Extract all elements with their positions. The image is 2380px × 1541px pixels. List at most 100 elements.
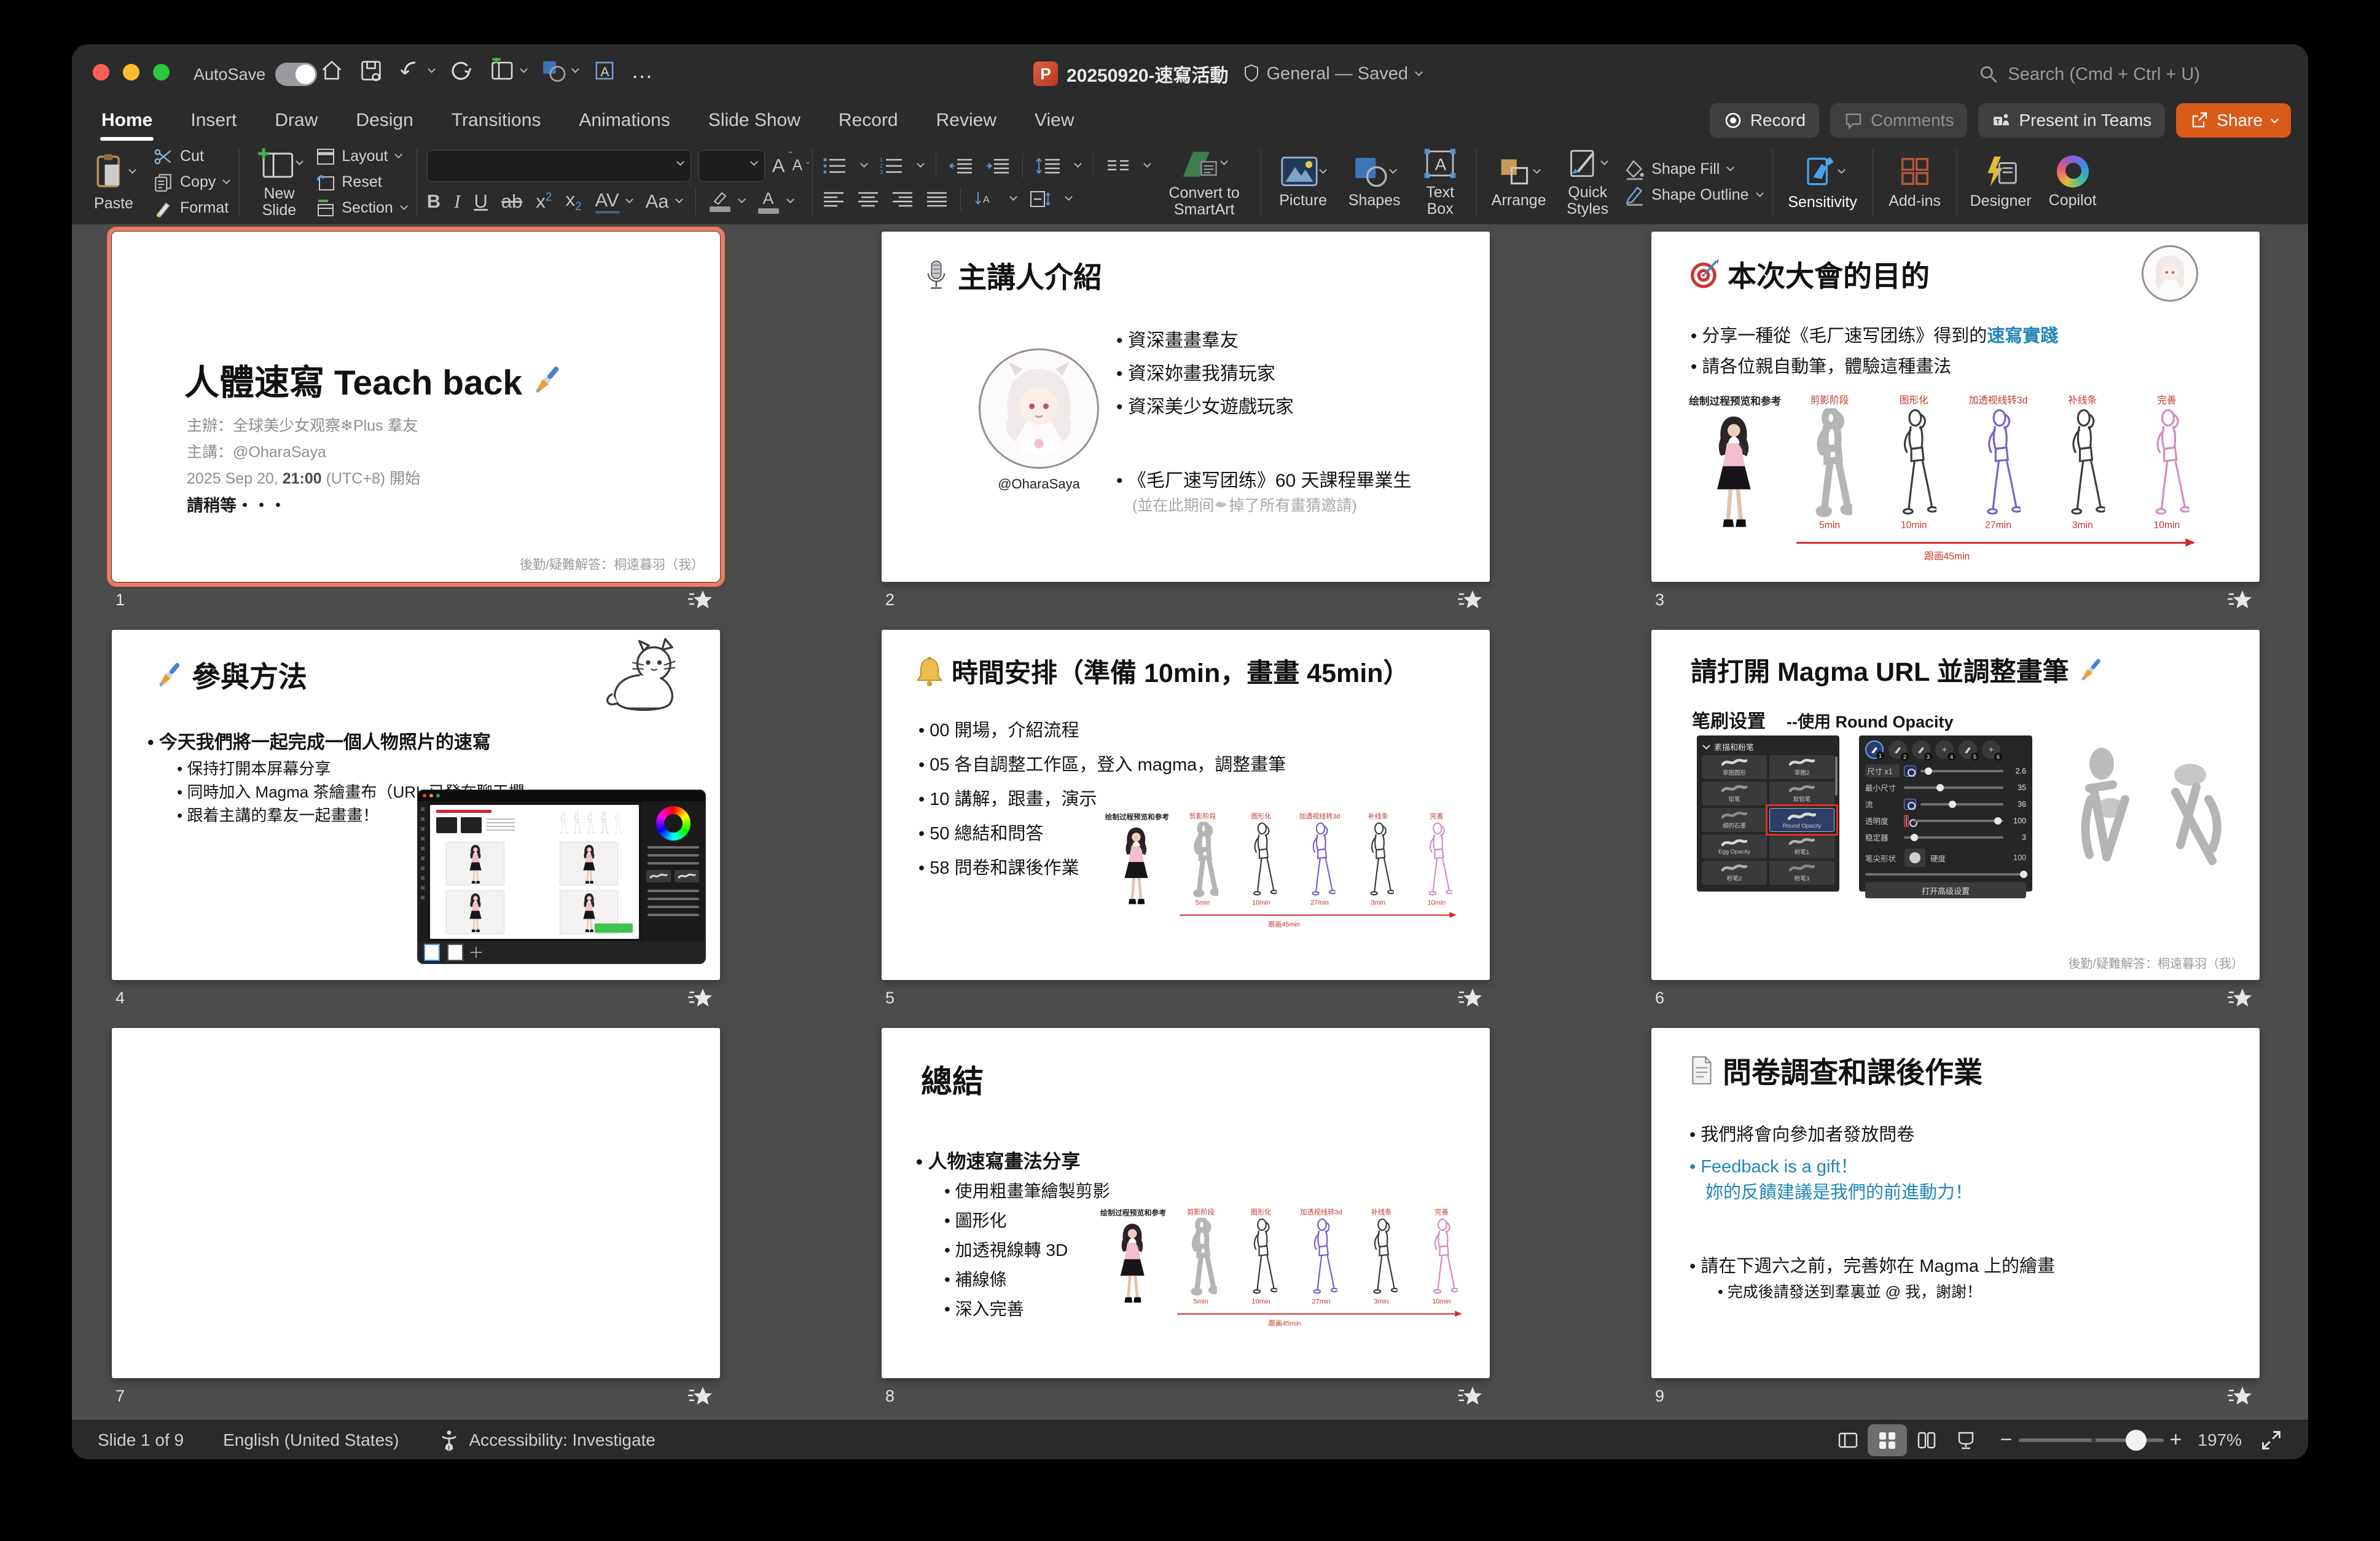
slide-thumbnail-1[interactable]: 人體速寫 Teach back 主辦：全球美少女观察❄Plus 羣友 主講：@O… <box>112 232 720 582</box>
slide-thumbnail-4[interactable]: 參與方法 今天我們將一起完成一個人物照片的速寫 保持打開本屏幕分享 同時加 <box>112 630 720 980</box>
grow-font-button[interactable]: Aˆ <box>772 155 785 177</box>
slide-thumbnail-2[interactable]: 主講人介紹 @OharaSaya 資深畫畫羣友 資深妳畫我猜玩家 資深美少女遊戲… <box>882 232 1490 582</box>
bullets-button[interactable] <box>823 156 847 176</box>
tab-slide-show[interactable]: Slide Show <box>707 106 802 139</box>
shape-outline-button[interactable]: Shape Outline <box>1624 184 1762 207</box>
brush-tile-round-opacity[interactable]: Round Opacity <box>1769 808 1834 832</box>
align-left-button[interactable] <box>823 190 845 208</box>
add-ins-button[interactable]: Add-ins <box>1883 155 1947 210</box>
zoom-percent[interactable]: 197% <box>2198 1430 2242 1450</box>
minimize-window-button[interactable] <box>123 64 139 80</box>
share-button[interactable]: Share <box>2176 103 2291 138</box>
brush-scrollbar[interactable] <box>1835 756 1838 796</box>
undo-button[interactable] <box>397 58 434 84</box>
tab-home[interactable]: Home <box>100 106 154 139</box>
numbering-button[interactable]: 123 <box>879 156 904 176</box>
font-color-button[interactable]: A <box>758 189 779 214</box>
tab-draw[interactable]: Draw <box>273 106 319 139</box>
tab-view[interactable]: View <box>1033 106 1075 139</box>
document-status[interactable]: General — Saved <box>1243 64 1422 84</box>
redo-button[interactable] <box>448 58 474 84</box>
cut-button[interactable]: Cut <box>153 145 229 168</box>
shape-fill-button[interactable]: Shape Fill <box>1624 158 1762 181</box>
slide-thumbnail-6[interactable]: 請打開 Magma URL 並調整畫筆 笔刷设置 --使用 Round Opac… <box>1651 630 2260 980</box>
reset-button[interactable]: Reset <box>316 171 406 194</box>
slide-thumbnail-8[interactable]: 總結 人物速寫畫法分享 使用粗畫筆繪製剪影 圖形化 加透視線轉 3D 補線條 深… <box>882 1028 1490 1378</box>
designer-button[interactable]: Designer <box>1967 155 2035 210</box>
tab-transitions[interactable]: Transitions <box>450 106 542 139</box>
shapes-quick-icon[interactable] <box>540 58 578 84</box>
font-name-select[interactable] <box>427 150 691 182</box>
convert-to-smartart-button[interactable]: Convert to SmartArt <box>1157 147 1251 218</box>
slide-thumbnail-5[interactable]: 時間安排（準備 10min，畫畫 45min） 00 開場，介紹流程 05 各自… <box>882 630 1490 980</box>
subscript-button[interactable]: x2 <box>565 189 581 214</box>
present-in-teams-button[interactable]: T Present in Teams <box>1978 103 2165 138</box>
zoom-out-button[interactable]: − <box>2000 1428 2013 1452</box>
copy-button[interactable]: Copy <box>153 171 229 194</box>
justify-button[interactable] <box>926 190 948 208</box>
quick-styles-button[interactable]: Quick Styles <box>1558 147 1617 218</box>
shrink-font-button[interactable]: Aˆ <box>792 157 802 174</box>
setting-stabilizer[interactable]: 稳定器 3 <box>1865 829 2026 845</box>
normal-view-button[interactable] <box>1828 1424 1868 1456</box>
brush-tile[interactable]: 软铅笔 <box>1769 782 1834 806</box>
brush-tile[interactable]: 粉笔3 <box>1769 861 1834 885</box>
text-box-button[interactable]: A Text Box <box>1414 147 1466 218</box>
align-right-button[interactable] <box>891 190 914 208</box>
decrease-indent-button[interactable] <box>949 156 973 176</box>
sensitivity-button[interactable]: Sensitivity <box>1783 154 1863 211</box>
accessibility-status[interactable]: ! Accessibility: Investigate <box>438 1429 655 1451</box>
slideshow-view-button[interactable] <box>1946 1424 1986 1456</box>
slide-sorter-view-button[interactable] <box>1868 1424 1907 1456</box>
tab-record[interactable]: Record <box>837 106 899 139</box>
autosave-toggle[interactable] <box>275 63 317 86</box>
save-icon[interactable] <box>358 58 384 84</box>
tab-animations[interactable]: Animations <box>577 106 671 139</box>
textbox-quick-icon[interactable]: A <box>592 58 617 84</box>
highlight-color-button[interactable] <box>710 190 730 212</box>
character-spacing-button[interactable]: AV <box>595 189 619 213</box>
paste-button[interactable]: Paste <box>82 152 146 212</box>
search-input[interactable]: Search (Cmd + Ctrl + U) <box>1978 64 2200 85</box>
fit-slide-button[interactable] <box>2260 1429 2282 1451</box>
increase-indent-button[interactable] <box>985 156 1010 176</box>
underline-button[interactable]: U <box>474 190 487 213</box>
section-button[interactable]: Section <box>316 197 406 220</box>
language-indicator[interactable]: English (United States) <box>223 1430 399 1450</box>
strikethrough-button[interactable]: ab <box>501 190 522 213</box>
picture-button[interactable]: Picture <box>1271 155 1335 209</box>
superscript-button[interactable]: x2 <box>536 190 552 213</box>
format-button[interactable]: Format <box>153 197 229 220</box>
align-center-button[interactable] <box>857 190 879 208</box>
brush-tile[interactable]: 草图圆形 <box>1702 755 1767 779</box>
copilot-button[interactable]: Copilot <box>2042 155 2104 209</box>
slide-thumbnail-9[interactable]: 問卷調查和課後作業 我們將會向參加者發放問卷 Feedback is a gif… <box>1651 1028 2260 1378</box>
brush-tile[interactable]: 草图2 <box>1769 755 1834 779</box>
bold-button[interactable]: B <box>427 190 440 213</box>
brush-tile[interactable]: 铅笔 <box>1702 782 1767 806</box>
advanced-settings-button[interactable]: 打开高级设置 <box>1865 882 2026 898</box>
text-direction-button[interactable]: A <box>973 189 996 209</box>
brush-tile[interactable]: 粉笔1 <box>1769 834 1834 858</box>
zoom-slider[interactable] <box>2019 1438 2164 1442</box>
brush-slot-1[interactable]: 1 <box>1865 740 1884 759</box>
brush-tile[interactable]: 粉笔2 <box>1702 861 1767 885</box>
tab-review[interactable]: Review <box>935 106 998 139</box>
close-window-button[interactable] <box>93 64 109 80</box>
align-text-vertical-button[interactable] <box>1028 189 1052 209</box>
home-icon[interactable] <box>319 58 345 84</box>
brush-slot-4[interactable]: +4 <box>1935 740 1954 759</box>
slide-thumbnail-7[interactable] <box>112 1028 720 1378</box>
reading-view-button[interactable] <box>1907 1424 1946 1456</box>
brush-slot-5[interactable]: 5 <box>1959 740 1977 759</box>
brush-tile[interactable]: Egg Opacity <box>1702 834 1767 858</box>
setting-tip-shape[interactable]: 笔尖形状 硬度 100 <box>1865 845 2026 870</box>
font-size-select[interactable] <box>699 150 765 182</box>
brush-slot-2[interactable]: 2 <box>1889 740 1907 759</box>
arrange-button[interactable]: Arrange <box>1487 155 1551 209</box>
shapes-button[interactable]: Shapes <box>1342 155 1406 209</box>
setting-flow[interactable]: 流 36 <box>1865 796 2026 812</box>
brush-tile[interactable]: 细的石墨 <box>1702 808 1767 832</box>
zoom-window-button[interactable] <box>153 64 170 80</box>
change-case-button[interactable]: Aa <box>646 190 669 213</box>
